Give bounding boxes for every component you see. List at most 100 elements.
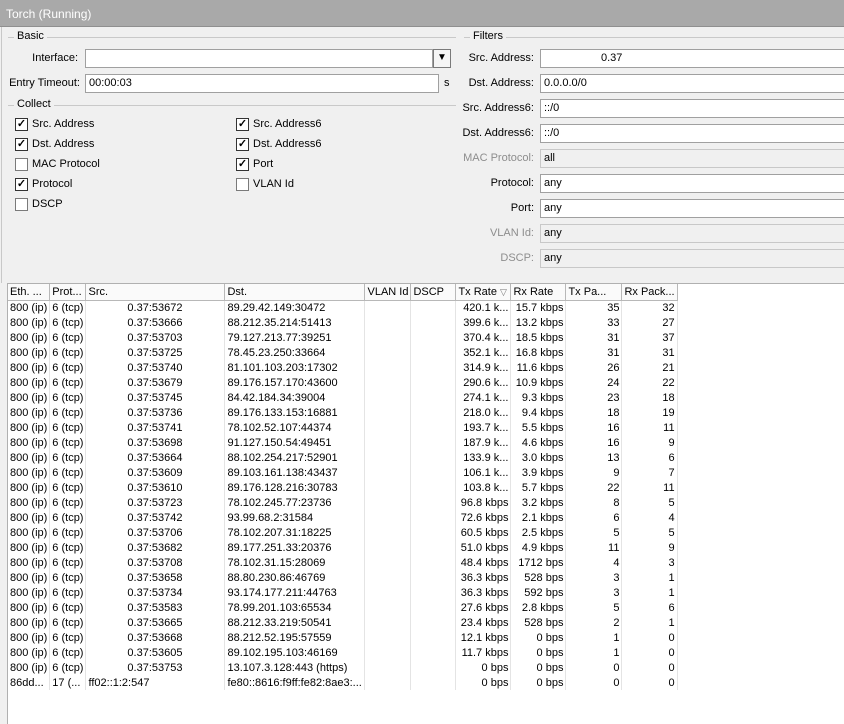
filter-dst-address-field[interactable]: 0.0.0.0/0 [540,74,844,93]
basic-group-title: Basic [14,30,47,42]
collect-src-address6-checkbox[interactable]: ✓ Src. Address6 [236,117,321,131]
cell-eth: 800 (ip) [8,495,51,510]
table-row[interactable]: 86dd... 17 (... ff02::1:2:547 fe80::8616:f9… [8,675,678,690]
interface-select[interactable] [85,49,433,68]
table-row[interactable]: 800 (ip) 6 (tcp) 0.37:53708 78.102.31.15:28… [8,555,678,570]
table-row[interactable]: 800 (ip) 6 (tcp) 0.37:53740 81.101.103.203:… [8,360,678,375]
cell-rx-packets: 21 [621,360,678,375]
cell-rx-rate: 18.5 kbps [510,330,567,345]
cell-protocol: 17 (... [49,675,87,690]
table-row[interactable]: 800 (ip) 6 (tcp) 0.37:53682 89.177.251.33:2… [8,540,678,555]
checkbox-checked-icon: ✓ [15,117,28,131]
collect-dst-address-checkbox[interactable]: ✓ Dst. Address [15,137,94,151]
cell-tx-packets: 22 [565,480,623,495]
collect-port-checkbox[interactable]: ✓ Port [236,157,273,171]
column-header-dscp[interactable]: DSCP [410,284,457,301]
collect-vlan-id-checkbox[interactable]: VLAN Id [236,177,294,191]
cell-vlan-id [364,465,412,480]
cell-dscp [410,375,457,390]
collect-dscp-checkbox[interactable]: DSCP [15,197,63,211]
cell-dscp [410,315,457,330]
cell-protocol: 6 (tcp) [49,300,87,315]
filter-protocol-label: Protocol: [490,177,534,189]
table-row[interactable]: 800 (ip) 6 (tcp) 0.37:53679 89.176.157.170:… [8,375,678,390]
cell-src: ff02::1:2:547 [85,675,226,690]
table-row[interactable]: 800 (ip) 6 (tcp) 0.37:53609 89.103.161.138:… [8,465,678,480]
filter-dst-address6-field[interactable]: ::/0 [540,124,844,143]
table-row[interactable]: 800 (ip) 6 (tcp) 0.37:53583 78.99.201.103:6… [8,600,678,615]
cell-protocol: 6 (tcp) [49,405,87,420]
cell-src: 0.37:53706 [85,525,226,540]
table-row[interactable]: 800 (ip) 6 (tcp) 0.37:53741 78.102.52.107:4… [8,420,678,435]
collect-dst-address6-checkbox[interactable]: ✓ Dst. Address6 [236,137,321,151]
cell-protocol: 6 (tcp) [49,465,87,480]
table-row[interactable]: 800 (ip) 6 (tcp) 0.37:53736 89.176.133.153:… [8,405,678,420]
table-row[interactable]: 800 (ip) 6 (tcp) 0.37:53734 93.174.177.211:… [8,585,678,600]
cell-dst: fe80::8616:f9ff:fe82:8ae3:... [224,675,366,690]
table-row[interactable]: 800 (ip) 6 (tcp) 0.37:53753 13.107.3.128:44… [8,660,678,675]
cell-src: 0.37:53583 [85,600,226,615]
cell-src: 0.37:53741 [85,420,226,435]
table-row[interactable]: 800 (ip) 6 (tcp) 0.37:53725 78.45.23.250:33… [8,345,678,360]
cell-eth: 800 (ip) [8,660,51,675]
cell-src: 0.37:53753 [85,660,226,675]
cell-eth: 800 (ip) [8,465,51,480]
column-header-dst[interactable]: Dst. [224,284,366,301]
column-header-protocol[interactable]: Prot... [49,284,87,301]
table-row[interactable]: 800 (ip) 6 (tcp) 0.37:53745 84.42.184.34:39… [8,390,678,405]
collect-protocol-checkbox[interactable]: ✓ Protocol [15,177,72,191]
cell-dscp [410,510,457,525]
table-row[interactable]: 800 (ip) 6 (tcp) 0.37:53658 88.80.230.86:46… [8,570,678,585]
filter-src-address6-field[interactable]: ::/0 [540,99,844,118]
cell-tx-rate: 36.3 kbps [455,570,512,585]
column-header-rx-rate[interactable]: Rx Rate [510,284,567,301]
cell-protocol: 6 (tcp) [49,345,87,360]
table-row[interactable]: 800 (ip) 6 (tcp) 0.37:53703 79.127.213.77:3… [8,330,678,345]
table-row[interactable]: 800 (ip) 6 (tcp) 0.37:53605 89.102.195.103:… [8,645,678,660]
cell-tx-packets: 16 [565,420,623,435]
column-header-vlan-id[interactable]: VLAN Id [364,284,412,301]
table-row[interactable]: 800 (ip) 6 (tcp) 0.37:53698 91.127.150.54:4… [8,435,678,450]
table-row[interactable]: 800 (ip) 6 (tcp) 0.37:53706 78.102.207.31:1… [8,525,678,540]
cell-dst: 93.99.68.2:31584 [224,510,366,525]
table-row[interactable]: 800 (ip) 6 (tcp) 0.37:53723 78.102.245.77:2… [8,495,678,510]
entry-timeout-field[interactable]: 00:00:03 [85,74,439,93]
column-header-tx-rate[interactable]: Tx Rate ▽ [455,284,512,301]
cell-vlan-id [364,555,412,570]
cell-rx-rate: 528 bps [510,570,567,585]
column-header-src[interactable]: Src. [85,284,226,301]
cell-tx-packets: 23 [565,390,623,405]
cell-protocol: 6 (tcp) [49,435,87,450]
filter-src-address-field[interactable]: 0.37 [540,49,844,68]
table-row[interactable]: 800 (ip) 6 (tcp) 0.37:53666 88.212.35.214:5… [8,315,678,330]
cell-dst: 89.177.251.33:20376 [224,540,366,555]
cell-tx-packets: 4 [565,555,623,570]
cell-tx-packets: 6 [565,510,623,525]
table-row[interactable]: 800 (ip) 6 (tcp) 0.37:53668 88.212.52.195:5… [8,630,678,645]
cell-dst: 88.80.230.86:46769 [224,570,366,585]
table-row[interactable]: 800 (ip) 6 (tcp) 0.37:53665 88.212.33.219:5… [8,615,678,630]
cell-vlan-id [364,585,412,600]
filter-protocol-field[interactable]: any [540,174,844,193]
collect-mac-protocol-checkbox[interactable]: MAC Protocol [15,157,100,171]
interface-dropdown-button[interactable]: ▼ [433,49,451,68]
cell-dst: 88.212.52.195:57559 [224,630,366,645]
cell-rx-rate: 9.4 kbps [510,405,567,420]
cell-dscp [410,495,457,510]
torch-results-table[interactable]: Eth. ... Prot... Src. Dst. VLAN Id DSCP … [7,283,844,724]
table-row[interactable]: 800 (ip) 6 (tcp) 0.37:53742 93.99.68.2:3158… [8,510,678,525]
cell-protocol: 6 (tcp) [49,360,87,375]
table-row[interactable]: 800 (ip) 6 (tcp) 0.37:53664 88.102.254.217:… [8,450,678,465]
filter-port-field[interactable]: any [540,199,844,218]
cell-vlan-id [364,630,412,645]
table-row[interactable]: 800 (ip) 6 (tcp) 0.37:53672 89.29.42.149:30… [8,300,678,315]
cell-rx-rate: 3.2 kbps [510,495,567,510]
column-header-eth[interactable]: Eth. ... [8,284,51,301]
collect-src-address-checkbox[interactable]: ✓ Src. Address [15,117,94,131]
column-header-rx-packets[interactable]: Rx Pack... [621,284,678,301]
filter-dst-address6-label: Dst. Address6: [462,127,534,139]
filter-vlan-id-label: VLAN Id: [489,227,534,239]
cell-src: 0.37:53723 [85,495,226,510]
table-row[interactable]: 800 (ip) 6 (tcp) 0.37:53610 89.176.128.216:… [8,480,678,495]
column-header-tx-packets[interactable]: Tx Pa... [565,284,623,301]
